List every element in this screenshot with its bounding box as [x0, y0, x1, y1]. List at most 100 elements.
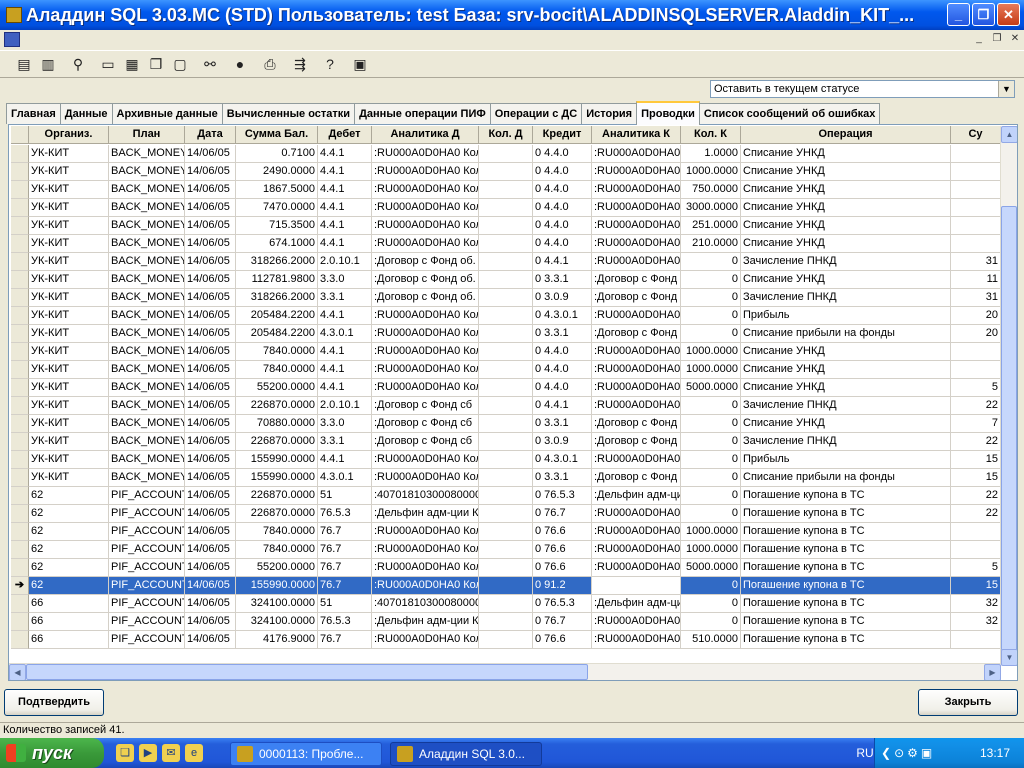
table-cell[interactable]: 205484.2200: [236, 307, 318, 325]
table-cell[interactable]: Прибыль: [741, 451, 951, 469]
table-cell[interactable]: [479, 253, 533, 271]
table-cell[interactable]: 0: [681, 595, 741, 613]
table-cell[interactable]: BACK_MONEY: [109, 307, 185, 325]
table-cell[interactable]: УК-КИТ: [29, 217, 109, 235]
blank-window-icon[interactable]: ▢: [168, 52, 192, 76]
table-cell[interactable]: 0 4.4.0: [533, 217, 592, 235]
table-cell[interactable]: BACK_MONEY: [109, 289, 185, 307]
help-icon[interactable]: ?: [318, 52, 342, 76]
table-cell[interactable]: [479, 343, 533, 361]
table-cell[interactable]: Прибыль: [741, 307, 951, 325]
table-row[interactable]: 62 PIF_ACCOUNT 14/06/05 226870.0000 51:40701…: [11, 487, 1001, 505]
table-cell[interactable]: :Договор с Фонд сб: [372, 397, 479, 415]
table-cell[interactable]: 5: [951, 559, 1001, 577]
row-indicator[interactable]: [11, 595, 29, 613]
internet-explorer-icon[interactable]: e: [185, 744, 203, 762]
table-cell[interactable]: Списание УНКД: [741, 199, 951, 217]
table-cell[interactable]: [479, 235, 533, 253]
table-cell[interactable]: 76.5.3: [318, 613, 372, 631]
table-cell[interactable]: 1000.0000: [681, 523, 741, 541]
table-cell[interactable]: 15: [951, 469, 1001, 487]
table-cell[interactable]: 0.7100: [236, 145, 318, 163]
table-cell[interactable]: [951, 235, 1001, 253]
table-cell[interactable]: 14/06/05: [185, 541, 236, 559]
table-cell[interactable]: 226870.0000: [236, 505, 318, 523]
table-cell[interactable]: [479, 541, 533, 559]
table-cell[interactable]: 0 3.3.1: [533, 469, 592, 487]
table-cell[interactable]: 4.3.0.1: [318, 325, 372, 343]
table-cell[interactable]: [951, 145, 1001, 163]
table-cell[interactable]: PIF_ACCOUNT: [109, 523, 185, 541]
row-indicator[interactable]: [11, 433, 29, 451]
table-cell[interactable]: Погашение купона в ТС: [741, 487, 951, 505]
table-cell[interactable]: 66: [29, 595, 109, 613]
table-cell[interactable]: PIF_ACCOUNT: [109, 631, 185, 649]
table-cell[interactable]: :RU000A0D0HA0: [592, 199, 681, 217]
table-cell[interactable]: 0: [681, 613, 741, 631]
close-button[interactable]: Закрыть: [918, 689, 1018, 716]
tray-network-icon[interactable]: ▣: [921, 746, 932, 760]
table-cell[interactable]: :RU000A0D0HA0: [592, 523, 681, 541]
tab-7[interactable]: Проводки: [636, 101, 700, 125]
table-cell[interactable]: :Договор с Фонд: [592, 325, 681, 343]
mdi-close-icon[interactable]: ✕: [1008, 32, 1022, 46]
table-cell[interactable]: :RU000A0D0HA0: [592, 361, 681, 379]
table-cell[interactable]: BACK_MONEY: [109, 217, 185, 235]
table-cell[interactable]: 14/06/05: [185, 361, 236, 379]
table-cell[interactable]: 318266.2000: [236, 289, 318, 307]
table-cell[interactable]: :RU000A0D0HA0: [592, 451, 681, 469]
row-indicator[interactable]: [11, 361, 29, 379]
column-header[interactable]: Аналитика Д: [372, 126, 479, 144]
table-cell[interactable]: :Дельфин адм-ции Ко: [372, 505, 479, 523]
table-cell[interactable]: 22: [951, 487, 1001, 505]
table-cell[interactable]: BACK_MONEY: [109, 163, 185, 181]
table-cell[interactable]: 0: [681, 469, 741, 487]
table-cell[interactable]: Погашение купона в ТС: [741, 577, 951, 595]
table-cell[interactable]: 0 76.6: [533, 541, 592, 559]
table-cell[interactable]: 14/06/05: [185, 163, 236, 181]
table-cell[interactable]: 14/06/05: [185, 469, 236, 487]
table-cell[interactable]: :RU000A0D0HA0 Кол: [372, 631, 479, 649]
table-row[interactable]: УК-КИТ BACK_MONEY 14/06/05 226870.0000 3.3.1…: [11, 433, 1001, 451]
table-cell[interactable]: 14/06/05: [185, 145, 236, 163]
table-cell[interactable]: Зачисление ПНКД: [741, 253, 951, 271]
table-cell[interactable]: BACK_MONEY: [109, 415, 185, 433]
table-cell[interactable]: 3000.0000: [681, 199, 741, 217]
mdi-minimize-icon[interactable]: _: [972, 32, 986, 46]
table-cell[interactable]: BACK_MONEY: [109, 379, 185, 397]
table-row[interactable]: УК-КИТ BACK_MONEY 14/06/05 7840.0000 4.4.1:R…: [11, 361, 1001, 379]
table-cell[interactable]: :RU000A0D0HA0: [592, 631, 681, 649]
table-cell[interactable]: 210.0000: [681, 235, 741, 253]
table-cell[interactable]: PIF_ACCOUNT: [109, 613, 185, 631]
table-cell[interactable]: 0 4.4.0: [533, 343, 592, 361]
row-indicator[interactable]: [11, 289, 29, 307]
table-cell[interactable]: Списание УНКД: [741, 181, 951, 199]
table-cell[interactable]: :RU000A0D0HA0 Кол: [372, 343, 479, 361]
table-cell[interactable]: 0: [681, 415, 741, 433]
table-cell[interactable]: PIF_ACCOUNT: [109, 487, 185, 505]
table-cell[interactable]: УК-КИТ: [29, 271, 109, 289]
table-cell[interactable]: Погашение купона в ТС: [741, 559, 951, 577]
row-indicator[interactable]: [11, 307, 29, 325]
table-cell[interactable]: [951, 631, 1001, 649]
table-row[interactable]: УК-КИТ BACK_MONEY 14/06/05 155990.0000 4.3.0…: [11, 469, 1001, 487]
tile-icon[interactable]: ▦: [120, 52, 144, 76]
tab-3[interactable]: Вычисленные остатки: [221, 103, 356, 124]
table-cell[interactable]: [479, 397, 533, 415]
minimize-icon[interactable]: _: [947, 3, 970, 26]
table-cell[interactable]: УК-КИТ: [29, 397, 109, 415]
table-cell[interactable]: 3.3.0: [318, 415, 372, 433]
row-indicator[interactable]: [11, 325, 29, 343]
table-cell[interactable]: 4.4.1: [318, 181, 372, 199]
table-cell[interactable]: 14/06/05: [185, 433, 236, 451]
table-row[interactable]: УК-КИТ BACK_MONEY 14/06/05 55200.0000 4.4.1:…: [11, 379, 1001, 397]
table-cell[interactable]: 0: [681, 253, 741, 271]
table-cell[interactable]: [951, 163, 1001, 181]
table-row[interactable]: УК-КИТ BACK_MONEY 14/06/05 715.3500 4.4.1:RU…: [11, 217, 1001, 235]
table-cell[interactable]: :RU000A0D0HA0 Кол: [372, 361, 479, 379]
table-cell[interactable]: :RU000A0D0HA0 Кол: [372, 307, 479, 325]
table-cell[interactable]: :RU000A0D0HA0: [592, 343, 681, 361]
table-cell[interactable]: :RU000A0D0HA0 Кол: [372, 325, 479, 343]
row-indicator[interactable]: [11, 397, 29, 415]
table-cell[interactable]: УК-КИТ: [29, 289, 109, 307]
